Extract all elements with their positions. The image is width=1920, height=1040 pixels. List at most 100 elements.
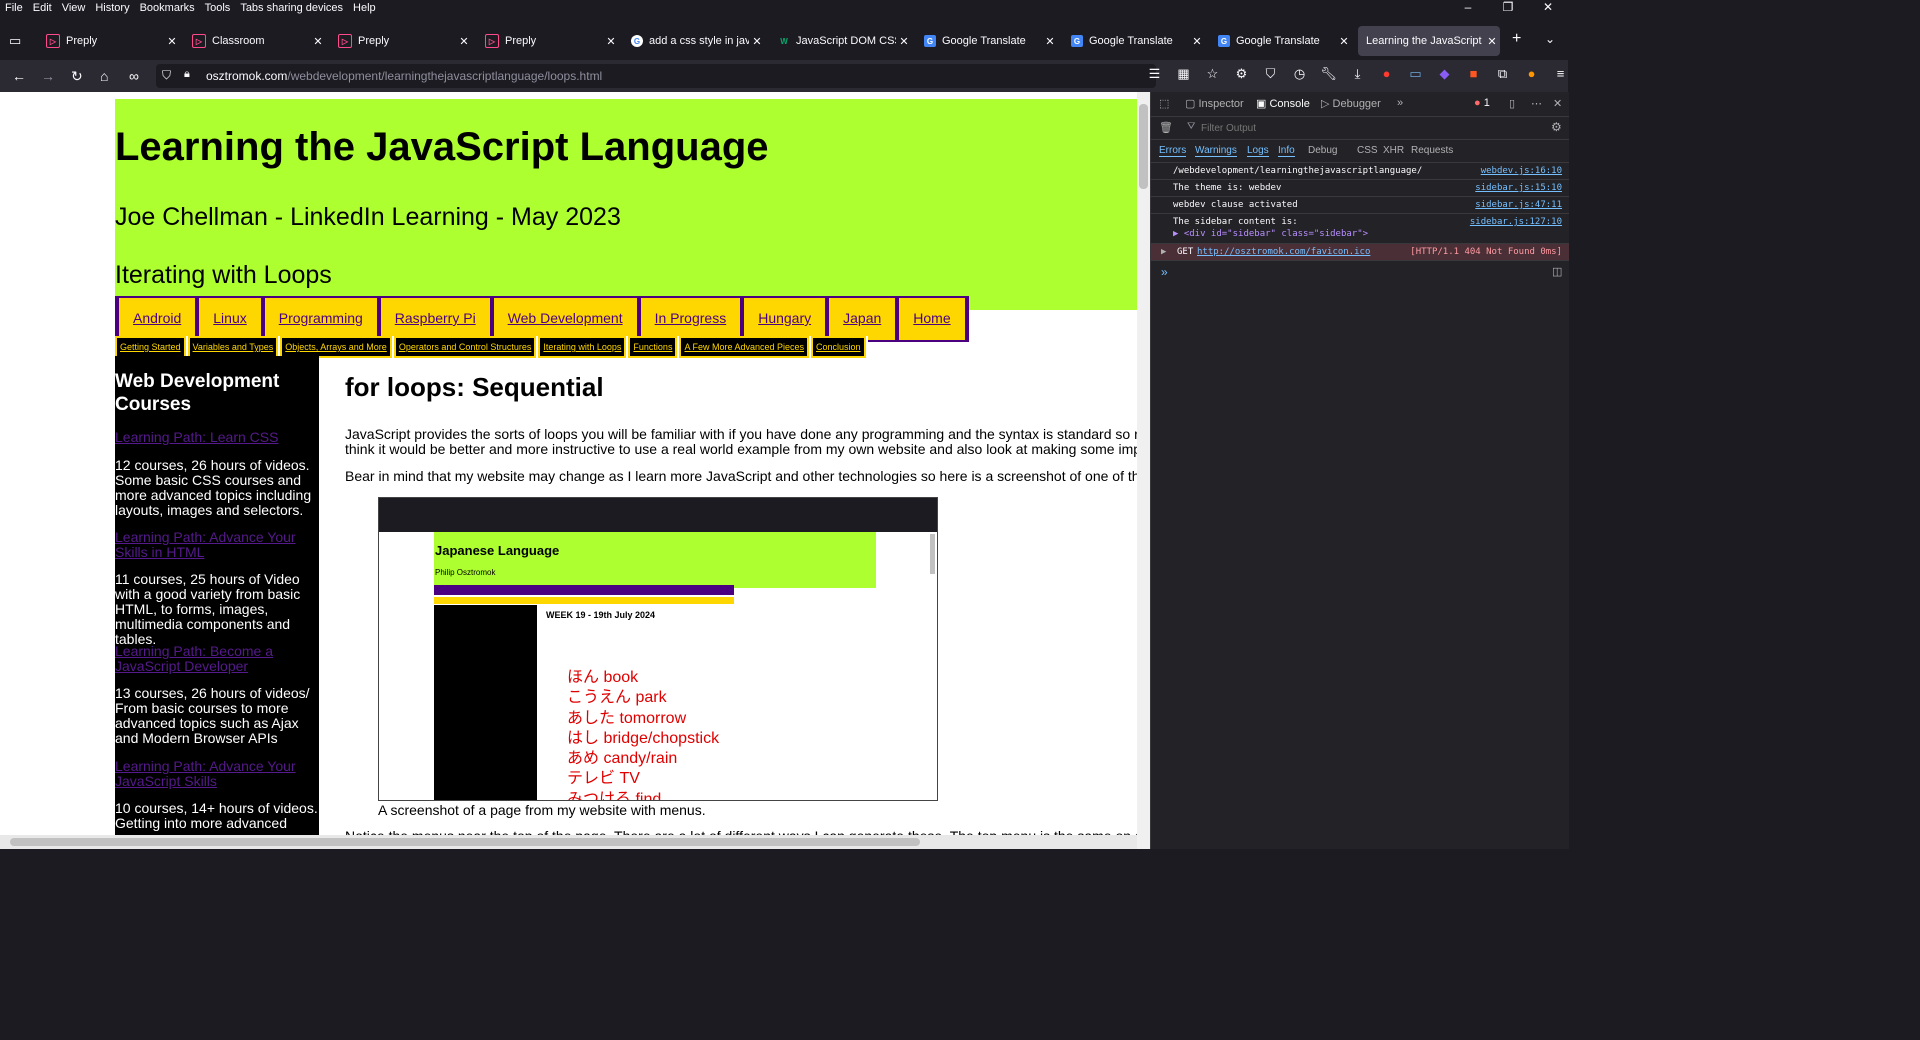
filter-warnings[interactable]: Warnings bbox=[1195, 145, 1237, 157]
settings-gear-icon[interactable]: ⚙ bbox=[1227, 66, 1256, 82]
vertical-scrollbar[interactable] bbox=[1137, 92, 1150, 849]
nav-hungary[interactable]: Hungary bbox=[744, 298, 826, 340]
grid-icon[interactable]: ▦ bbox=[1169, 66, 1198, 82]
forward-arrow-icon[interactable]: → bbox=[41, 68, 55, 84]
filter-info[interactable]: Info bbox=[1278, 145, 1295, 157]
filter-debug[interactable]: Debug bbox=[1308, 145, 1337, 156]
close-icon[interactable]: ✕ bbox=[1042, 35, 1058, 48]
tab-translate-3[interactable]: G Google Translate ✕ bbox=[1210, 26, 1352, 56]
tab-translate-1[interactable]: G Google Translate ✕ bbox=[916, 26, 1058, 56]
history-clock-icon[interactable]: ◷ bbox=[1285, 66, 1314, 82]
expand-arrow-icon[interactable]: ▶ bbox=[1161, 247, 1166, 257]
filter-output-input[interactable] bbox=[1199, 120, 1503, 136]
chevron-down-icon[interactable]: ⌄ bbox=[1545, 32, 1555, 46]
menu-history[interactable]: History bbox=[90, 2, 134, 14]
tab-translate-2[interactable]: G Google Translate ✕ bbox=[1063, 26, 1205, 56]
close-devtools-icon[interactable]: ✕ bbox=[1553, 97, 1562, 110]
dock-icon[interactable]: ▯ bbox=[1509, 97, 1515, 110]
element-picker-icon[interactable]: ⬚ bbox=[1159, 97, 1169, 110]
vertical-scroll-thumb[interactable] bbox=[1139, 104, 1148, 189]
tab-preply-3[interactable]: ▷ Preply ✕ bbox=[477, 26, 619, 56]
avatar-icon[interactable]: ● bbox=[1517, 66, 1546, 82]
tab-inspector[interactable]: ▢ Inspector bbox=[1185, 97, 1244, 110]
tab-classroom[interactable]: ▷ Classroom ✕ bbox=[184, 26, 326, 56]
pocket-icon[interactable]: ⛉ bbox=[1256, 66, 1285, 82]
filter-xhr[interactable]: XHR bbox=[1383, 145, 1404, 156]
more-options-icon[interactable]: ⋯ bbox=[1531, 97, 1542, 110]
tab-preply-1[interactable]: ▷ Preply ✕ bbox=[38, 26, 180, 56]
bookmark-star-icon[interactable]: ☆ bbox=[1198, 66, 1227, 82]
nav-programming[interactable]: Programming bbox=[264, 298, 377, 340]
tab-console[interactable]: ▣ Console bbox=[1256, 97, 1310, 110]
tab-learning-js[interactable]: Learning the JavaScript Lan✕ bbox=[1358, 26, 1500, 56]
nav-web-development[interactable]: Web Development bbox=[493, 298, 637, 340]
nav-android[interactable]: Android bbox=[119, 298, 196, 340]
wrench-icon[interactable]: 🔧︎ bbox=[1314, 66, 1343, 82]
nav-home[interactable]: Home bbox=[899, 298, 965, 340]
subnav-variables[interactable]: Variables and Types bbox=[187, 336, 279, 358]
filter-errors[interactable]: Errors bbox=[1159, 145, 1187, 157]
sidebar-link[interactable]: Learning Path: Advance Your Skills in HT… bbox=[115, 530, 319, 560]
maximize-button[interactable]: ❐ bbox=[1488, 0, 1528, 14]
sidebar-link[interactable]: Learning Path: Learn CSS bbox=[115, 430, 319, 445]
console-prompt-icon[interactable]: » bbox=[1161, 265, 1168, 279]
nav-raspberry-pi[interactable]: Raspberry Pi bbox=[380, 298, 490, 340]
console-settings-gear-icon[interactable]: ⚙ bbox=[1551, 120, 1562, 134]
menu-view[interactable]: View bbox=[57, 2, 91, 14]
sidebar-link[interactable]: Learning Path: Become a JavaScript Devel… bbox=[115, 644, 319, 674]
filter-requests[interactable]: Requests bbox=[1411, 145, 1453, 156]
error-count-badge[interactable]: ● 1 bbox=[1474, 97, 1490, 109]
reader-view-icon[interactable]: ☰ bbox=[1140, 66, 1169, 82]
close-window-button[interactable]: ✕ bbox=[1528, 0, 1568, 14]
close-icon[interactable]: ✕ bbox=[1336, 35, 1352, 48]
close-icon[interactable]: ✕ bbox=[896, 35, 912, 48]
split-console-icon[interactable]: ◫ bbox=[1552, 265, 1562, 278]
extension-purple-icon[interactable]: ◆ bbox=[1430, 66, 1459, 82]
menu-bookmarks[interactable]: Bookmarks bbox=[135, 2, 200, 14]
url-field[interactable]: ⛉ 🔒︎ osztromok.com/webdevelopment/learni… bbox=[156, 64, 1156, 88]
subnav-objects[interactable]: Objects, Arrays and More bbox=[280, 336, 392, 358]
minimize-button[interactable]: – bbox=[1448, 0, 1488, 14]
more-tabs-chevron-icon[interactable]: » bbox=[1397, 97, 1403, 109]
lock-icon[interactable]: 🔒︎ bbox=[184, 68, 190, 81]
tab-overview-icon[interactable]: ▭ bbox=[9, 33, 21, 49]
close-icon[interactable]: ✕ bbox=[164, 35, 180, 48]
subnav-conclusion[interactable]: Conclusion bbox=[811, 336, 866, 358]
download-icon[interactable]: ⤓ bbox=[1343, 66, 1372, 82]
horizontal-scroll-thumb[interactable] bbox=[10, 838, 920, 846]
sidebar-element-node[interactable]: ▶ <div id="sidebar" class="sidebar"> bbox=[1173, 229, 1368, 239]
sidebar-link[interactable]: Learning Path: Advance Your JavaScript S… bbox=[115, 759, 319, 789]
extension-orange-icon[interactable]: ■ bbox=[1459, 66, 1488, 82]
tracking-shield-icon[interactable]: ⛉ bbox=[162, 68, 171, 83]
extensions-puzzle-icon[interactable]: ⧉ bbox=[1488, 66, 1517, 82]
back-arrow-icon[interactable]: ← bbox=[12, 68, 26, 84]
trash-icon[interactable]: 🗑︎ bbox=[1159, 121, 1173, 134]
subnav-advanced[interactable]: A Few More Advanced Pieces bbox=[679, 336, 810, 358]
close-icon[interactable]: ✕ bbox=[603, 35, 619, 48]
subnav-functions[interactable]: Functions bbox=[628, 336, 678, 358]
app-menu-icon[interactable]: ≡ bbox=[1546, 66, 1575, 82]
tab-w3schools[interactable]: W JavaScript DOM CSS ✕ bbox=[770, 26, 912, 56]
menu-file[interactable]: File bbox=[0, 2, 28, 14]
close-icon[interactable]: ✕ bbox=[749, 35, 765, 48]
tab-debugger[interactable]: ▷ Debugger bbox=[1321, 97, 1381, 110]
close-icon[interactable]: ✕ bbox=[310, 35, 326, 48]
close-icon[interactable]: ✕ bbox=[1484, 35, 1500, 48]
tab-preply-2[interactable]: ▷ Preply ✕ bbox=[330, 26, 472, 56]
nav-japan[interactable]: Japan bbox=[829, 298, 896, 340]
menu-tools[interactable]: Tools bbox=[200, 2, 236, 14]
filter-css[interactable]: CSS bbox=[1357, 145, 1378, 156]
adblock-icon[interactable]: ● bbox=[1372, 66, 1401, 82]
menu-help[interactable]: Help bbox=[348, 2, 381, 14]
nav-in-progress[interactable]: In Progress bbox=[640, 298, 741, 340]
horizontal-scrollbar[interactable] bbox=[0, 835, 1137, 849]
nav-linux[interactable]: Linux bbox=[199, 298, 261, 340]
home-icon[interactable]: ⌂ bbox=[100, 68, 108, 84]
menu-edit[interactable]: Edit bbox=[28, 2, 57, 14]
tab-google-search[interactable]: Gadd a css style in javasc✕ bbox=[623, 26, 765, 56]
subnav-getting-started[interactable]: Getting Started bbox=[115, 336, 186, 358]
subnav-loops[interactable]: Iterating with Loops bbox=[538, 336, 627, 358]
menu-tabs-sharing[interactable]: Tabs sharing devices bbox=[235, 2, 348, 14]
close-icon[interactable]: ✕ bbox=[456, 35, 472, 48]
error-url-link[interactable]: http://osztromok.com/favicon.ico bbox=[1197, 247, 1370, 257]
